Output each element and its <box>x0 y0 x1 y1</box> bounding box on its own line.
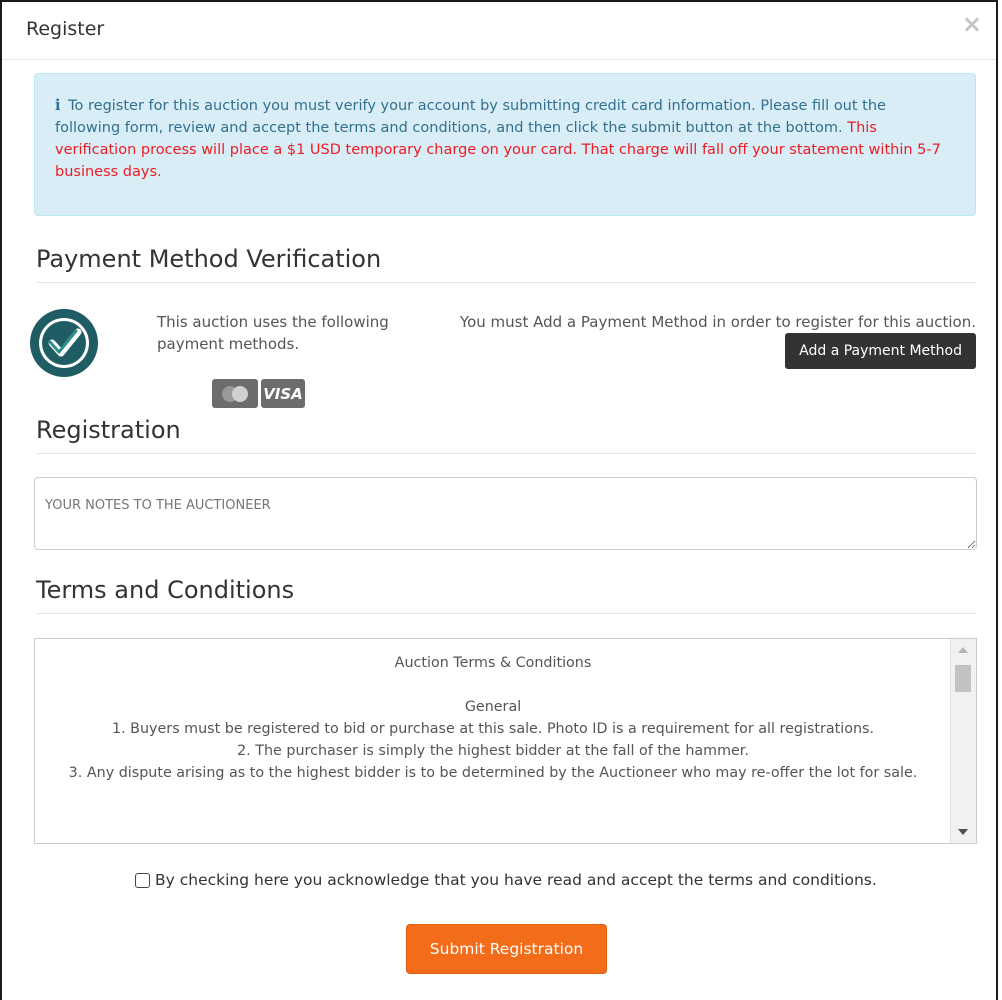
alert-text: To register for this auction you must ve… <box>55 98 886 136</box>
auctioneer-notes-input[interactable] <box>34 477 977 550</box>
modal-title: Register <box>26 18 105 40</box>
accept-terms-checkbox[interactable] <box>135 872 150 888</box>
terms-content: Auction Terms & Conditions General 1. Bu… <box>35 652 951 784</box>
scroll-thumb[interactable] <box>955 665 971 692</box>
terms-line: 3. Any dispute arising as to the highest… <box>68 765 918 781</box>
mastercard-icon <box>212 379 258 408</box>
info-alert: i To register for this auction you must … <box>34 73 976 216</box>
modal-header: Register × <box>2 2 996 60</box>
accept-terms-row[interactable]: By checking here you acknowledge that yo… <box>135 871 877 889</box>
pci-compliant-badge-icon <box>30 309 98 377</box>
register-modal: Register × i To register for this auctio… <box>0 0 998 1000</box>
submit-registration-button[interactable]: Submit Registration <box>406 924 607 974</box>
scroll-up-arrow-icon[interactable] <box>958 647 968 653</box>
accepted-cards: VISA <box>212 379 305 408</box>
terms-line: 1. Buyers must be registered to bid or p… <box>112 721 874 737</box>
close-icon[interactable]: × <box>962 12 982 36</box>
payment-methods-text: This auction uses the following payment … <box>157 313 389 353</box>
terms-heading: Terms and Conditions <box>36 576 976 614</box>
scroll-down-arrow-icon[interactable] <box>958 829 968 835</box>
payment-required-notice: You must Add a Payment Method in order t… <box>422 311 976 369</box>
accept-terms-label: By checking here you acknowledge that yo… <box>155 871 877 889</box>
payment-method-heading: Payment Method Verification <box>36 245 976 283</box>
payment-required-text: You must Add a Payment Method in order t… <box>459 313 976 331</box>
info-icon: i <box>55 97 61 114</box>
visa-icon: VISA <box>261 379 305 408</box>
add-payment-method-button[interactable]: Add a Payment Method <box>785 333 976 369</box>
registration-heading: Registration <box>36 416 976 454</box>
terms-line: 2. The purchaser is simply the highest b… <box>237 743 749 759</box>
terms-scrollbar[interactable] <box>950 639 976 843</box>
terms-title: Auction Terms & Conditions <box>394 655 592 671</box>
terms-spacer <box>45 674 941 696</box>
terms-section-general: General <box>464 699 522 715</box>
terms-scroll-box[interactable]: Auction Terms & Conditions General 1. Bu… <box>34 638 977 844</box>
